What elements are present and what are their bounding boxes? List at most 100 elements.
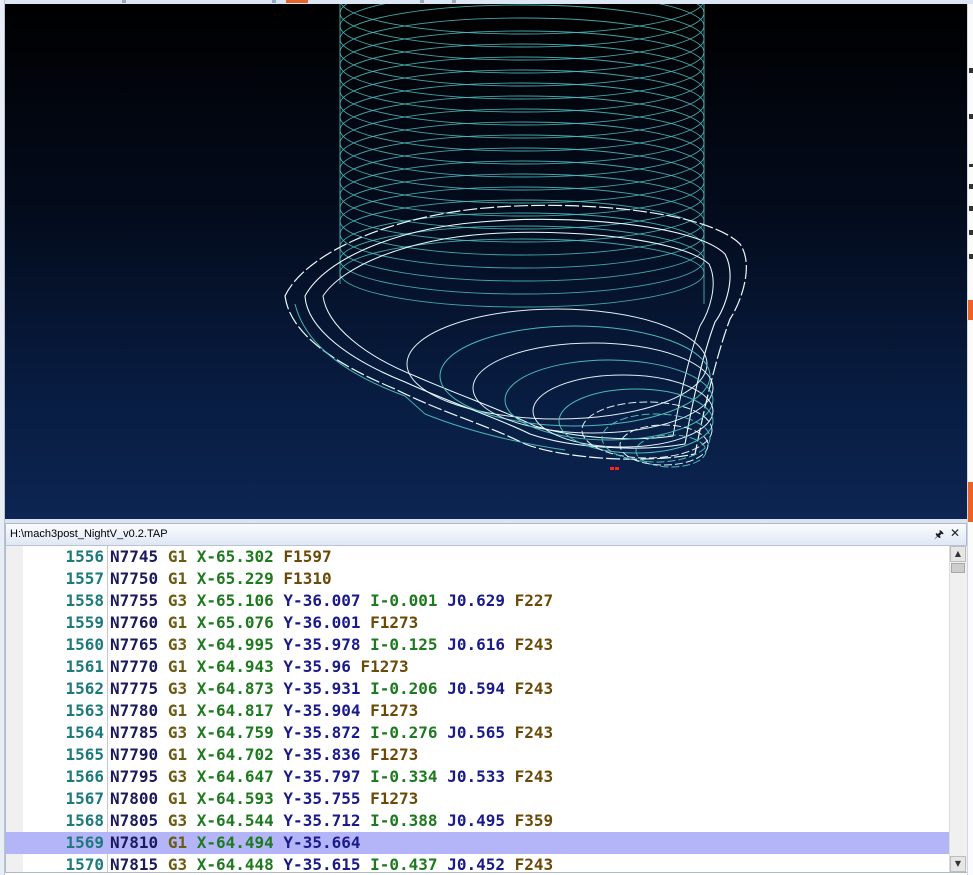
gcode-line[interactable]: 1563 N7780 G1 X-64.817 Y-35.904 F1273 bbox=[6, 700, 949, 722]
gcode-word: F243 bbox=[514, 723, 554, 742]
gcode-text: N7780 G1 X-64.817 Y-35.904 F1273 bbox=[110, 700, 418, 722]
gcode-text: N7790 G1 X-64.702 Y-35.836 F1273 bbox=[110, 744, 418, 766]
gcode-text: N7795 G3 X-64.647 Y-35.797 I-0.334 J0.53… bbox=[110, 766, 553, 788]
gcode-word: N7810 bbox=[110, 833, 159, 852]
gcode-word: Y-35.96 bbox=[283, 657, 351, 676]
toolbar-tab-edge bbox=[452, 0, 456, 3]
vertical-scrollbar[interactable]: ▲ ▼ bbox=[949, 546, 967, 872]
line-number: 1566 bbox=[65, 767, 104, 786]
gcode-word: N7755 bbox=[110, 591, 159, 610]
gcode-word: F1273 bbox=[370, 745, 419, 764]
gcode-line[interactable]: 1565 N7790 G1 X-64.702 Y-35.836 F1273 bbox=[6, 744, 949, 766]
pocket-contour bbox=[304, 218, 731, 449]
gcode-word: Y-36.007 bbox=[283, 591, 361, 610]
gcode-word: F1597 bbox=[283, 547, 332, 566]
gcode-word: Y-35.931 bbox=[283, 679, 361, 698]
scroll-down-button[interactable]: ▼ bbox=[950, 856, 966, 872]
gcode-word: N7775 bbox=[110, 679, 159, 698]
gcode-line[interactable]: 1567 N7800 G1 X-64.593 Y-35.755 F1273 bbox=[6, 788, 949, 810]
toolpath-canvas[interactable] bbox=[5, 4, 967, 519]
dock-tab-marker[interactable] bbox=[968, 300, 973, 320]
offset-loop bbox=[581, 401, 713, 459]
gcode-text: N7775 G3 X-64.873 Y-35.931 I-0.206 J0.59… bbox=[110, 678, 553, 700]
editor-file-title: H:\mach3post_NightV_v0.2.TAP bbox=[10, 528, 168, 540]
helix-pass bbox=[339, 82, 705, 152]
gcode-word: I-0.206 bbox=[370, 679, 438, 698]
gcode-word: X-65.229 bbox=[196, 569, 274, 588]
gcode-line[interactable]: 1560 N7765 G3 X-64.995 Y-35.978 I-0.125 J… bbox=[6, 634, 949, 656]
gcode-text: N7765 G3 X-64.995 Y-35.978 I-0.125 J0.61… bbox=[110, 634, 553, 656]
gcode-text: N7745 G1 X-65.302 F1597 bbox=[110, 546, 332, 568]
gcode-word: Y-35.664 bbox=[283, 833, 361, 852]
gcode-line[interactable]: 1557 N7750 G1 X-65.229 F1310 bbox=[6, 568, 949, 590]
helix-pass bbox=[339, 160, 705, 230]
gcode-word: Y-35.712 bbox=[283, 811, 361, 830]
frame-label-fragment bbox=[969, 230, 973, 235]
frame-label-fragment bbox=[969, 206, 973, 211]
gcode-word: G1 bbox=[167, 613, 188, 632]
gcode-word: J0.629 bbox=[447, 591, 505, 610]
scrollbar-thumb[interactable] bbox=[951, 563, 965, 573]
dock-tab-marker[interactable] bbox=[968, 482, 973, 522]
gcode-text: N7815 G3 X-64.448 Y-35.615 I-0.437 J0.45… bbox=[110, 854, 553, 872]
gcode-word: N7785 bbox=[110, 723, 159, 742]
gcode-text: N7800 G1 X-64.593 Y-35.755 F1273 bbox=[110, 788, 418, 810]
helix-pass bbox=[339, 69, 705, 139]
line-number: 1568 bbox=[65, 811, 104, 830]
gcode-word: X-64.647 bbox=[196, 767, 274, 786]
gcode-line[interactable]: 1568 N7805 G3 X-64.544 Y-35.712 I-0.388 J… bbox=[6, 810, 949, 832]
gcode-word: G1 bbox=[167, 833, 188, 852]
line-number: 1557 bbox=[65, 569, 104, 588]
gcode-word: G3 bbox=[167, 767, 188, 786]
gcode-word: X-64.593 bbox=[196, 789, 274, 808]
gcode-word: J0.533 bbox=[447, 767, 505, 786]
gcode-line[interactable]: 1562 N7775 G3 X-64.873 Y-35.931 I-0.206 J… bbox=[6, 678, 949, 700]
gcode-word: X-64.873 bbox=[196, 679, 274, 698]
toolpath-3d-viewport[interactable] bbox=[5, 4, 967, 519]
close-icon[interactable]: ✕ bbox=[950, 526, 960, 540]
gcode-word: J0.594 bbox=[447, 679, 505, 698]
gcode-word: X-64.702 bbox=[196, 745, 274, 764]
helix-pass bbox=[339, 121, 705, 191]
gcode-word: F243 bbox=[514, 767, 554, 786]
helix-pass bbox=[339, 134, 705, 204]
gcode-line[interactable]: 1559 N7760 G1 X-65.076 Y-36.001 F1273 bbox=[6, 612, 949, 634]
line-number: 1565 bbox=[65, 745, 104, 764]
helix-pass bbox=[339, 186, 705, 256]
current-gcode-line[interactable]: 1569 N7810 G1 X-64.494 Y-35.664 bbox=[6, 832, 949, 854]
gcode-word: G1 bbox=[167, 701, 188, 720]
scroll-up-button[interactable]: ▲ bbox=[950, 546, 966, 562]
gcode-line[interactable]: 1558 N7755 G3 X-65.106 Y-36.007 I-0.001 J… bbox=[6, 590, 949, 612]
gcode-word: N7780 bbox=[110, 701, 159, 720]
gcode-word: X-65.302 bbox=[196, 547, 274, 566]
line-number: 1570 bbox=[65, 855, 104, 872]
gcode-word: G3 bbox=[167, 679, 188, 698]
gcode-line[interactable]: 1556 N7745 G1 X-65.302 F1597 bbox=[6, 546, 949, 568]
helix-pass bbox=[339, 212, 705, 282]
gcode-word: G1 bbox=[167, 745, 188, 764]
helix-pass bbox=[339, 56, 705, 126]
helix-pass bbox=[339, 95, 705, 165]
toolbar-tab-edge bbox=[272, 0, 276, 3]
pin-icon[interactable]: 🖈 bbox=[934, 526, 944, 545]
gcode-word: I-0.388 bbox=[370, 811, 438, 830]
gcode-word: Y-35.755 bbox=[283, 789, 361, 808]
helix-pass bbox=[339, 30, 705, 100]
gcode-line[interactable]: 1566 N7795 G3 X-64.647 Y-35.797 I-0.334 J… bbox=[6, 766, 949, 788]
gcode-line[interactable]: 1570 N7815 G3 X-64.448 Y-35.615 I-0.437 J… bbox=[6, 854, 949, 872]
tool-position-marker bbox=[615, 467, 619, 470]
gcode-line[interactable]: 1564 N7785 G3 X-64.759 Y-35.872 I-0.276 J… bbox=[6, 722, 949, 744]
gcode-word: F227 bbox=[514, 591, 554, 610]
gcode-listing[interactable]: 1556 N7745 G1 X-65.302 F1597 1557 N7750 G1 … bbox=[6, 546, 949, 872]
gcode-word: J0.452 bbox=[447, 855, 505, 872]
gcode-text: N7770 G1 X-64.943 Y-35.96 F1273 bbox=[110, 656, 409, 678]
line-number: 1556 bbox=[65, 547, 104, 566]
gcode-word: F243 bbox=[514, 679, 554, 698]
gcode-word: J0.565 bbox=[447, 723, 505, 742]
gcode-word: I-0.001 bbox=[370, 591, 438, 610]
frame-label-fragment bbox=[969, 68, 973, 73]
gcode-line[interactable]: 1561 N7770 G1 X-64.943 Y-35.96 F1273 bbox=[6, 656, 949, 678]
offset-loop bbox=[619, 424, 709, 466]
gcode-word: X-64.943 bbox=[196, 657, 274, 676]
gcode-word: J0.495 bbox=[447, 811, 505, 830]
